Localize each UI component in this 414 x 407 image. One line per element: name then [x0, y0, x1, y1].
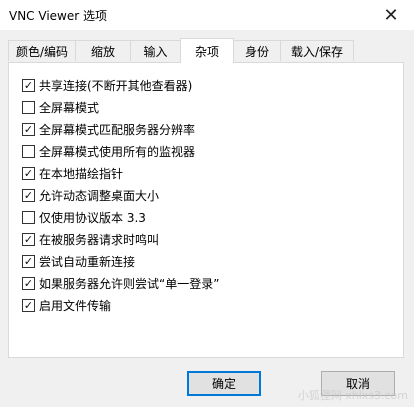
tab-input[interactable]: 输入 — [130, 40, 181, 61]
checkbox[interactable]: ✓ — [22, 298, 35, 312]
dialog-client-area: 颜色/编码 缩放 输入 杂项 身份 载入/保存 ✓ 共享连接(不断开其他查看器)… — [0, 30, 414, 407]
tab-strip: 颜色/编码 缩放 输入 杂项 身份 载入/保存 — [8, 38, 404, 63]
watermark: 小狐狸网 xhlxs3.com — [297, 389, 408, 402]
option-dynamic-resize[interactable]: ✓ 允许动态调整桌面大小 — [22, 186, 159, 204]
close-icon: ✕ — [383, 4, 399, 26]
close-button[interactable]: ✕ — [368, 0, 414, 30]
ok-button[interactable]: 确定 — [187, 371, 261, 396]
option-single-sign-on[interactable]: ✓ 如果服务器允许则尝试“单一登录” — [22, 274, 219, 292]
checkbox[interactable] — [22, 100, 35, 114]
option-file-transfer[interactable]: ✓ 启用文件传输 — [22, 296, 111, 314]
checkbox[interactable]: ✓ — [22, 78, 35, 92]
option-beep-on-request[interactable]: ✓ 在被服务器请求时鸣叫 — [22, 230, 159, 248]
option-protocol-3-3[interactable]: 仅使用协议版本 3.3 — [22, 208, 146, 226]
checkbox[interactable] — [22, 210, 35, 224]
option-fullscreen[interactable]: 全屏幕模式 — [22, 98, 99, 116]
checkbox[interactable] — [22, 144, 35, 158]
tab-misc[interactable]: 杂项 — [180, 38, 234, 63]
option-auto-reconnect[interactable]: ✓ 尝试自动重新连接 — [22, 252, 135, 270]
option-local-cursor[interactable]: ✓ 在本地描绘指针 — [22, 164, 123, 182]
tab-load-save[interactable]: 载入/保存 — [280, 40, 354, 61]
window-title: VNC Viewer 选项 — [9, 9, 107, 23]
checkbox[interactable]: ✓ — [22, 166, 35, 180]
checkbox[interactable]: ✓ — [22, 232, 35, 246]
tab-colors-encoding[interactable]: 颜色/编码 — [8, 40, 76, 61]
option-fullscreen-match-resolution[interactable]: ✓ 全屏幕模式匹配服务器分辨率 — [22, 120, 195, 138]
title-bar[interactable]: VNC Viewer 选项 ✕ — [0, 0, 414, 30]
checkbox[interactable]: ✓ — [22, 122, 35, 136]
checkbox[interactable]: ✓ — [22, 276, 35, 290]
checkbox[interactable]: ✓ — [22, 254, 35, 268]
misc-options-panel: ✓ 共享连接(不断开其他查看器) 全屏幕模式 ✓ 全屏幕模式匹配服务器分辨率 全… — [8, 62, 404, 358]
option-fullscreen-all-monitors[interactable]: 全屏幕模式使用所有的监视器 — [22, 142, 195, 160]
checkbox[interactable]: ✓ — [22, 188, 35, 202]
tab-identity[interactable]: 身份 — [233, 40, 281, 61]
option-shared-connection[interactable]: ✓ 共享连接(不断开其他查看器) — [22, 76, 192, 94]
tab-scaling[interactable]: 缩放 — [75, 40, 131, 61]
